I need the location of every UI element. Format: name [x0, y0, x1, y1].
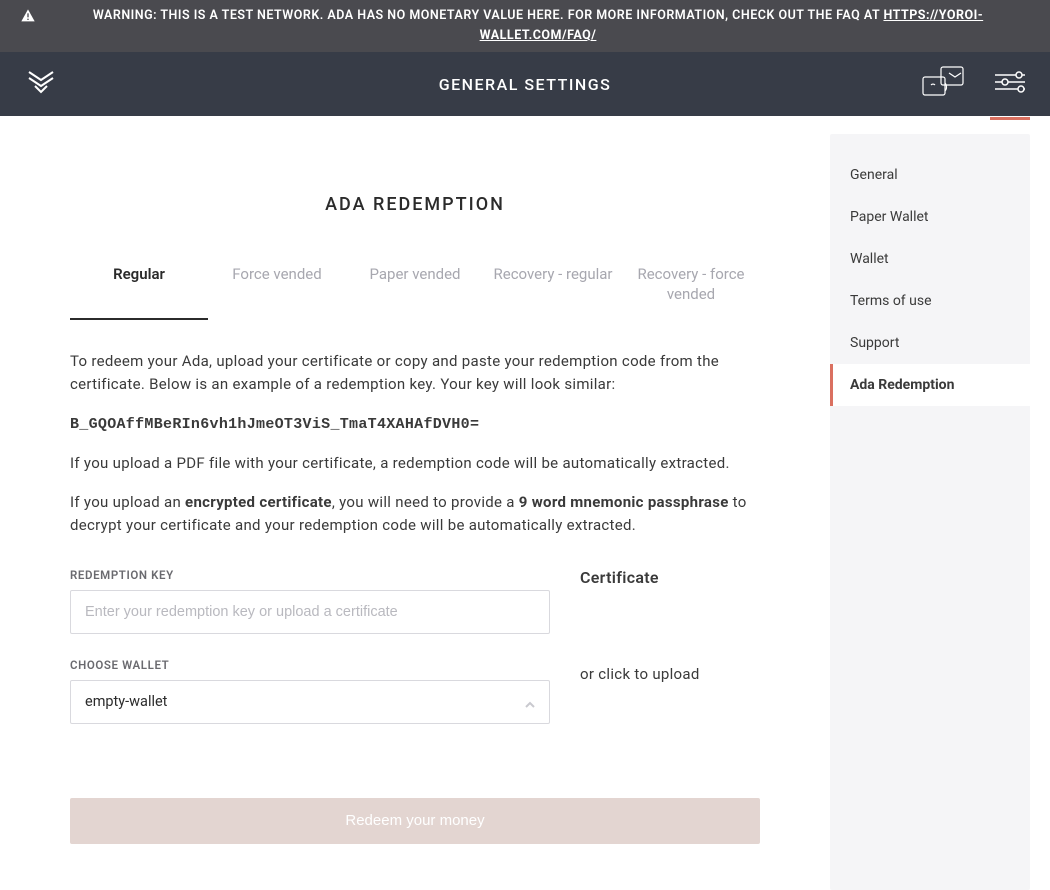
sidebar-item-paper-wallet[interactable]: Paper Wallet: [830, 196, 1030, 238]
tab-regular[interactable]: Regular: [70, 255, 208, 320]
settings-nav-item[interactable]: [995, 71, 1025, 97]
app-header: GENERAL SETTINGS: [0, 52, 1050, 116]
instructions-block: To redeem your Ada, upload your certific…: [70, 350, 760, 538]
wallet-select[interactable]: empty-wallet: [70, 680, 550, 724]
choose-wallet-label: CHOOSE WALLET: [70, 658, 550, 672]
sidebar-item-wallet[interactable]: Wallet: [830, 238, 1030, 280]
redemption-key-input[interactable]: [70, 590, 550, 634]
redemption-key-label: REDEMPTION KEY: [70, 568, 550, 582]
page-title: ADA REDEMPTION: [70, 194, 760, 215]
active-nav-indicator: [990, 117, 1030, 120]
form-row: REDEMPTION KEY CHOOSE WALLET empty-walle…: [70, 568, 760, 748]
header-title: GENERAL SETTINGS: [439, 75, 612, 94]
redeem-button[interactable]: Redeem your money: [70, 798, 760, 844]
instruction-p2: If you upload a PDF file with your certi…: [70, 452, 760, 475]
sliders-icon: [995, 71, 1025, 97]
settings-sidebar: General Paper Wallet Wallet Terms of use…: [830, 134, 1030, 890]
sidebar-item-support[interactable]: Support: [830, 322, 1030, 364]
wallets-icon[interactable]: [921, 63, 965, 105]
tab-recovery-force-vended[interactable]: Recovery - force vended: [622, 255, 760, 320]
tab-recovery-regular[interactable]: Recovery - regular: [484, 255, 622, 320]
certificate-upload-hint: or click to upload: [580, 665, 760, 683]
tab-paper-vended[interactable]: Paper vended: [346, 255, 484, 320]
sidebar-item-general[interactable]: General: [830, 154, 1030, 196]
tab-force-vended[interactable]: Force vended: [208, 255, 346, 320]
redemption-tabs: Regular Force vended Paper vended Recove…: [70, 255, 760, 320]
certificate-title: Certificate: [580, 568, 760, 587]
sidebar-item-ada-redemption[interactable]: Ada Redemption: [830, 364, 1030, 406]
chevron-up-icon: [524, 696, 536, 708]
yoroi-logo-icon[interactable]: [25, 66, 57, 102]
test-network-warning-banner: WARNING: THIS IS A TEST NETWORK. ADA HAS…: [0, 0, 1050, 52]
sample-redemption-key: B_GQOAffMBeRIn6vh1hJmeOT3ViS_TmaT4XAHAfD…: [70, 413, 760, 436]
wallet-select-value: empty-wallet: [85, 693, 167, 710]
sidebar-item-terms-of-use[interactable]: Terms of use: [830, 280, 1030, 322]
content-layout: ADA REDEMPTION Regular Force vended Pape…: [0, 116, 1050, 890]
warning-text: WARNING: THIS IS A TEST NETWORK. ADA HAS…: [46, 6, 1030, 46]
redemption-key-field: REDEMPTION KEY: [70, 568, 550, 634]
choose-wallet-field: CHOOSE WALLET empty-wallet: [70, 658, 550, 724]
warning-triangle-icon: [20, 8, 36, 24]
warning-message: WARNING: THIS IS A TEST NETWORK. ADA HAS…: [93, 8, 884, 23]
instruction-p3: If you upload an encrypted certificate, …: [70, 491, 760, 538]
instruction-p1: To redeem your Ada, upload your certific…: [70, 350, 760, 397]
main-panel: ADA REDEMPTION Regular Force vended Pape…: [20, 134, 810, 890]
certificate-upload-zone[interactable]: Certificate or click to upload: [580, 568, 760, 748]
